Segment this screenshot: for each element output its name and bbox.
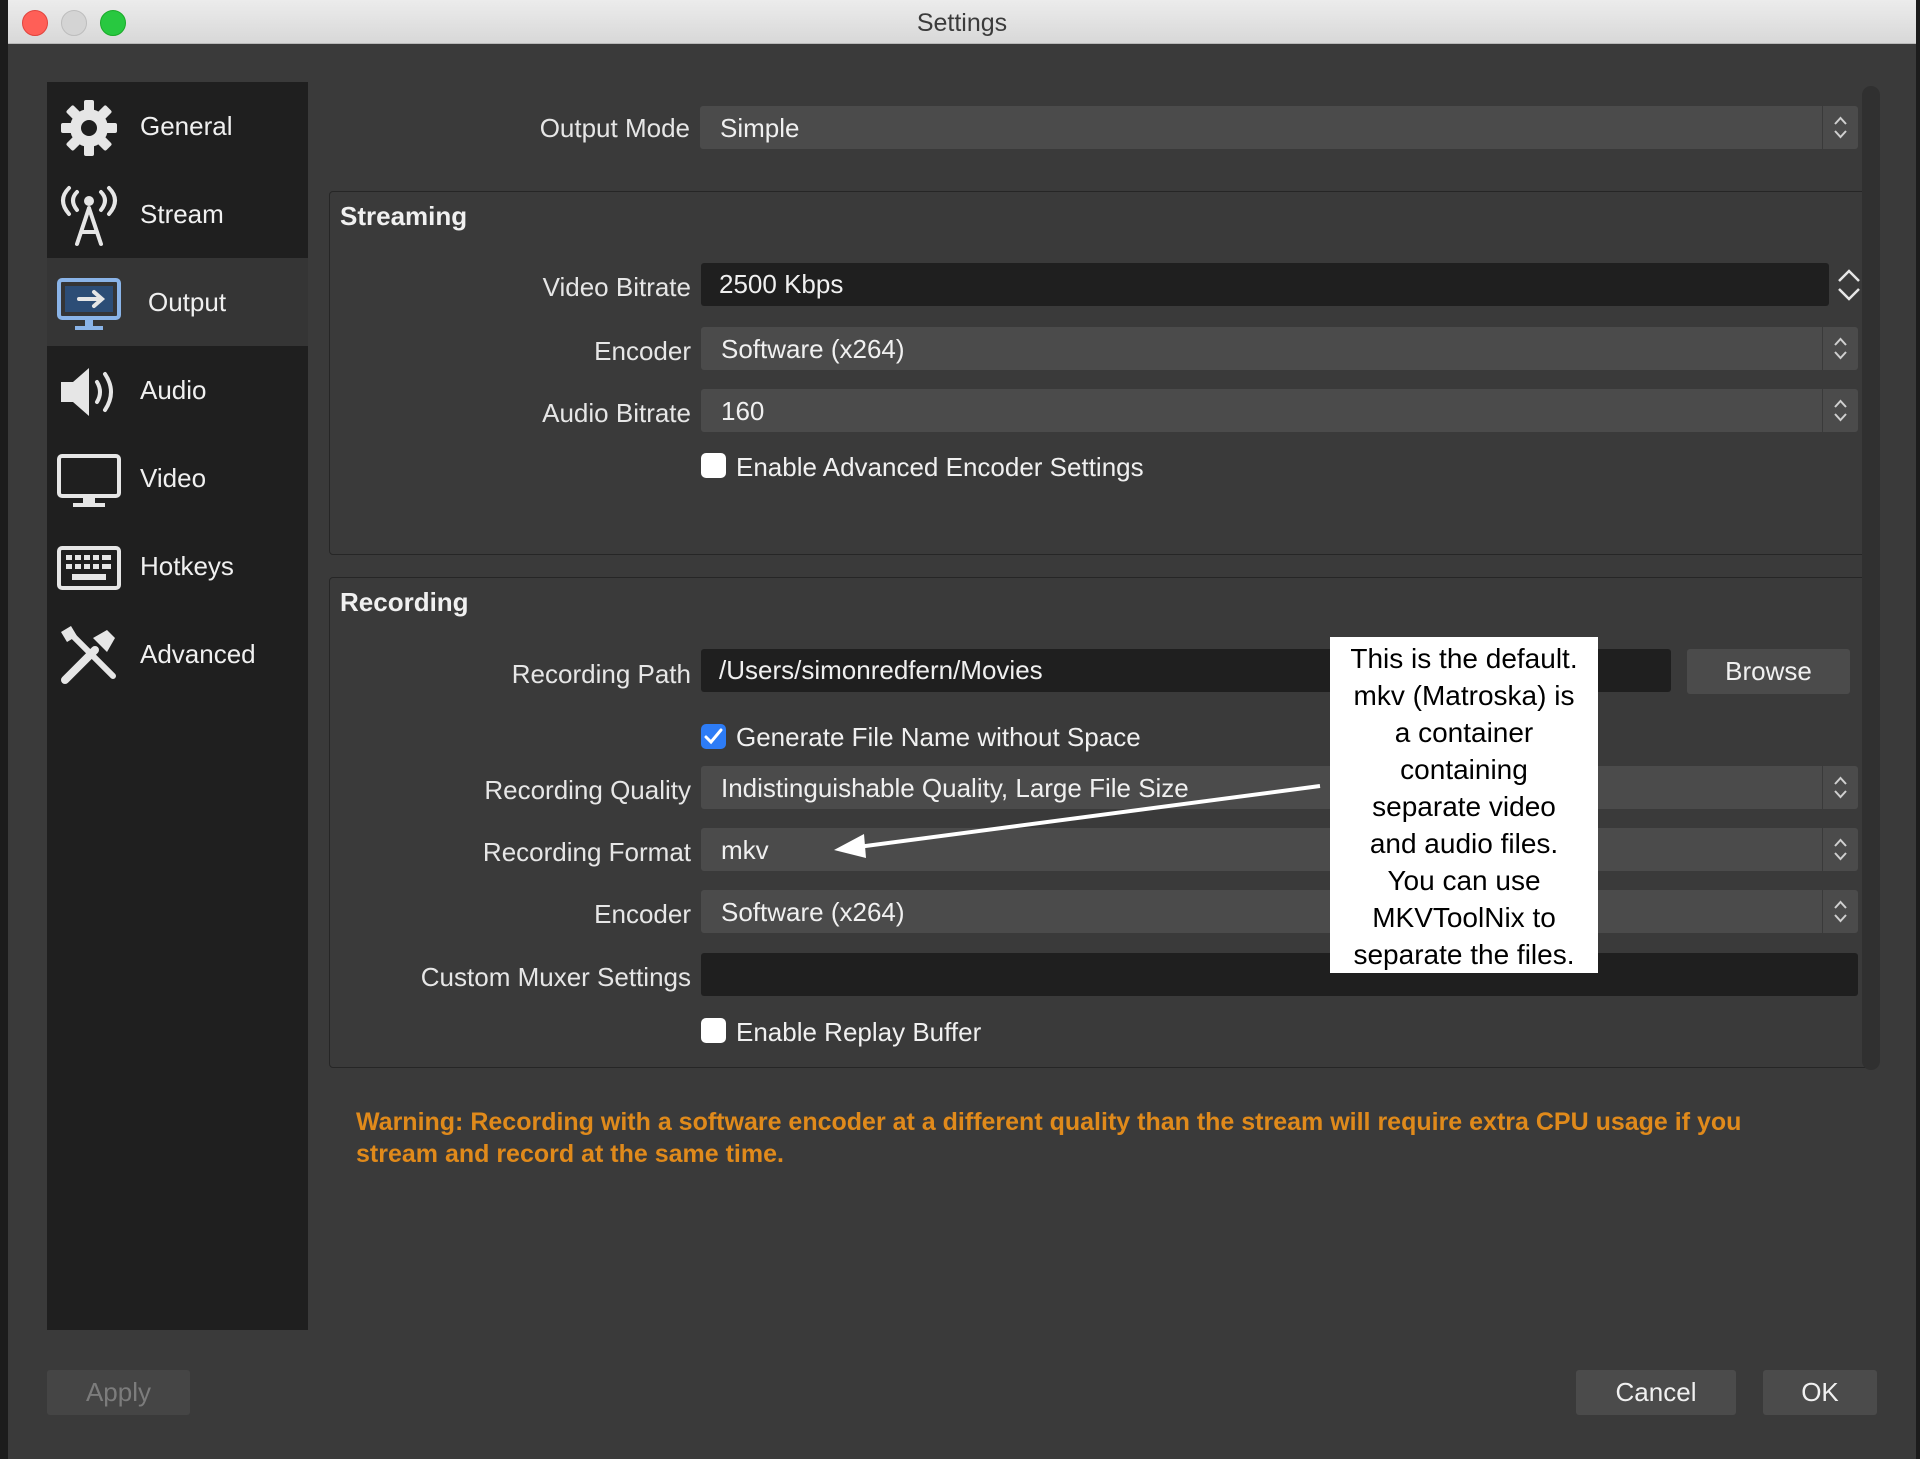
up-down-chevron-icon [1822,106,1847,149]
checkmark-icon [704,728,723,745]
recording-encoder-label: Encoder [594,899,691,929]
recording-encoder-value: Software (x264) [721,897,905,927]
settings-scrollbar[interactable] [1862,86,1880,1070]
browse-button[interactable]: Browse [1687,649,1850,694]
sidebar-item-label: Audio [140,374,207,405]
up-down-chevron-icon [1822,828,1847,871]
annotation-line: separate the files. [1353,939,1575,970]
up-down-chevron-icon [1822,890,1847,933]
streaming-group [329,191,1876,555]
up-down-chevron-icon [1822,327,1847,370]
stream-encoder-value: Software (x264) [721,334,905,364]
output-mode-label: Output Mode [539,113,690,143]
annotation-line: mkv (Matroska) is [1353,680,1575,711]
recording-format-select[interactable]: mkv [701,828,1858,871]
monitor-output-icon [57,278,121,330]
recording-quality-select[interactable]: Indistinguishable Quality, Large File Si… [701,766,1858,809]
video-bitrate-label: Video Bitrate [542,272,691,302]
no-space-checkbox[interactable] [701,724,726,749]
audio-bitrate-value: 160 [721,396,765,426]
recording-format-label: Recording Format [482,837,691,867]
video-bitrate-value: 2500 Kbps [719,269,844,299]
tools-icon [61,626,116,684]
recording-path-label: Recording Path [511,659,691,689]
recording-format-value: mkv [721,835,769,865]
ok-button[interactable]: OK [1763,1370,1877,1415]
sidebar-item-label: Stream [140,198,224,229]
sidebar-item-general[interactable]: General [47,82,308,170]
monitor-icon [57,454,121,507]
broadcast-tower-icon [61,186,117,246]
custom-muxer-input[interactable] [701,953,1858,996]
video-bitrate-input[interactable]: 2500 Kbps [701,263,1829,306]
custom-muxer-label: Custom Muxer Settings [420,962,691,992]
recording-group-title: Recording [340,587,469,617]
advanced-encoder-label: Enable Advanced Encoder Settings [736,452,1144,482]
sidebar-item-label: Video [140,462,207,493]
annotation-line: You can use [1387,865,1541,896]
no-space-label: Generate File Name without Space [736,722,1141,752]
sidebar-item-label: Output [148,286,227,317]
settings-sidebar: General Stream Output Audio Video Hotkey… [47,82,308,1330]
output-mode-value: Simple [720,113,800,143]
cpu-warning-text: Warning: Recording with a software encod… [356,1108,1742,1168]
recording-quality-label: Recording Quality [484,775,691,805]
replay-buffer-checkbox[interactable] [701,1018,726,1043]
speaker-icon [61,368,113,416]
advanced-encoder-checkbox[interactable] [701,453,726,478]
annotation-line: a container [1394,717,1534,748]
audio-bitrate-label: Audio Bitrate [542,398,691,428]
keyboard-icon [57,546,121,590]
recording-path-value: /Users/simonredfern/Movies [719,655,1043,685]
recording-quality-value: Indistinguishable Quality, Large File Si… [721,773,1189,803]
gear-icon [61,100,117,156]
annotation-line: MKVToolNix to [1372,902,1556,933]
up-down-chevron-icon [1822,389,1847,432]
annotation-callout: This is the default. mkv (Matroska) is a… [1330,637,1598,973]
sidebar-item-hotkeys[interactable]: Hotkeys [47,522,308,610]
annotation-line: This is the default. [1350,643,1578,674]
sidebar-item-audio[interactable]: Audio [47,346,308,434]
sidebar-item-advanced[interactable]: Advanced [47,610,308,698]
window-title: Settings [916,9,1008,37]
video-bitrate-stepper[interactable] [1834,263,1864,307]
sidebar-item-label: General [140,110,233,141]
sidebar-item-label: Hotkeys [140,550,234,581]
audio-bitrate-select[interactable]: 160 [701,389,1858,432]
recording-encoder-select[interactable]: Software (x264) [701,890,1858,933]
annotation-line: separate video [1372,791,1556,822]
output-mode-select[interactable]: Simple [700,106,1858,149]
streaming-group-title: Streaming [340,201,468,231]
annotation-line: containing [1400,754,1528,785]
stream-encoder-select[interactable]: Software (x264) [701,327,1858,370]
sidebar-item-stream[interactable]: Stream [47,170,308,258]
annotation-line: and audio files. [1369,828,1559,859]
stream-encoder-label: Encoder [594,336,691,366]
replay-buffer-label: Enable Replay Buffer [736,1017,982,1047]
sidebar-item-output[interactable]: Output [47,258,308,346]
apply-button[interactable]: Apply [47,1370,190,1415]
title-bar: Settings [8,0,1916,44]
up-down-chevron-icon [1822,766,1847,809]
settings-window: Settings General Stream Output Audio Vid… [8,0,1916,1459]
cancel-button[interactable]: Cancel [1576,1370,1736,1415]
sidebar-item-label: Advanced [140,638,256,669]
sidebar-item-video[interactable]: Video [47,434,308,522]
